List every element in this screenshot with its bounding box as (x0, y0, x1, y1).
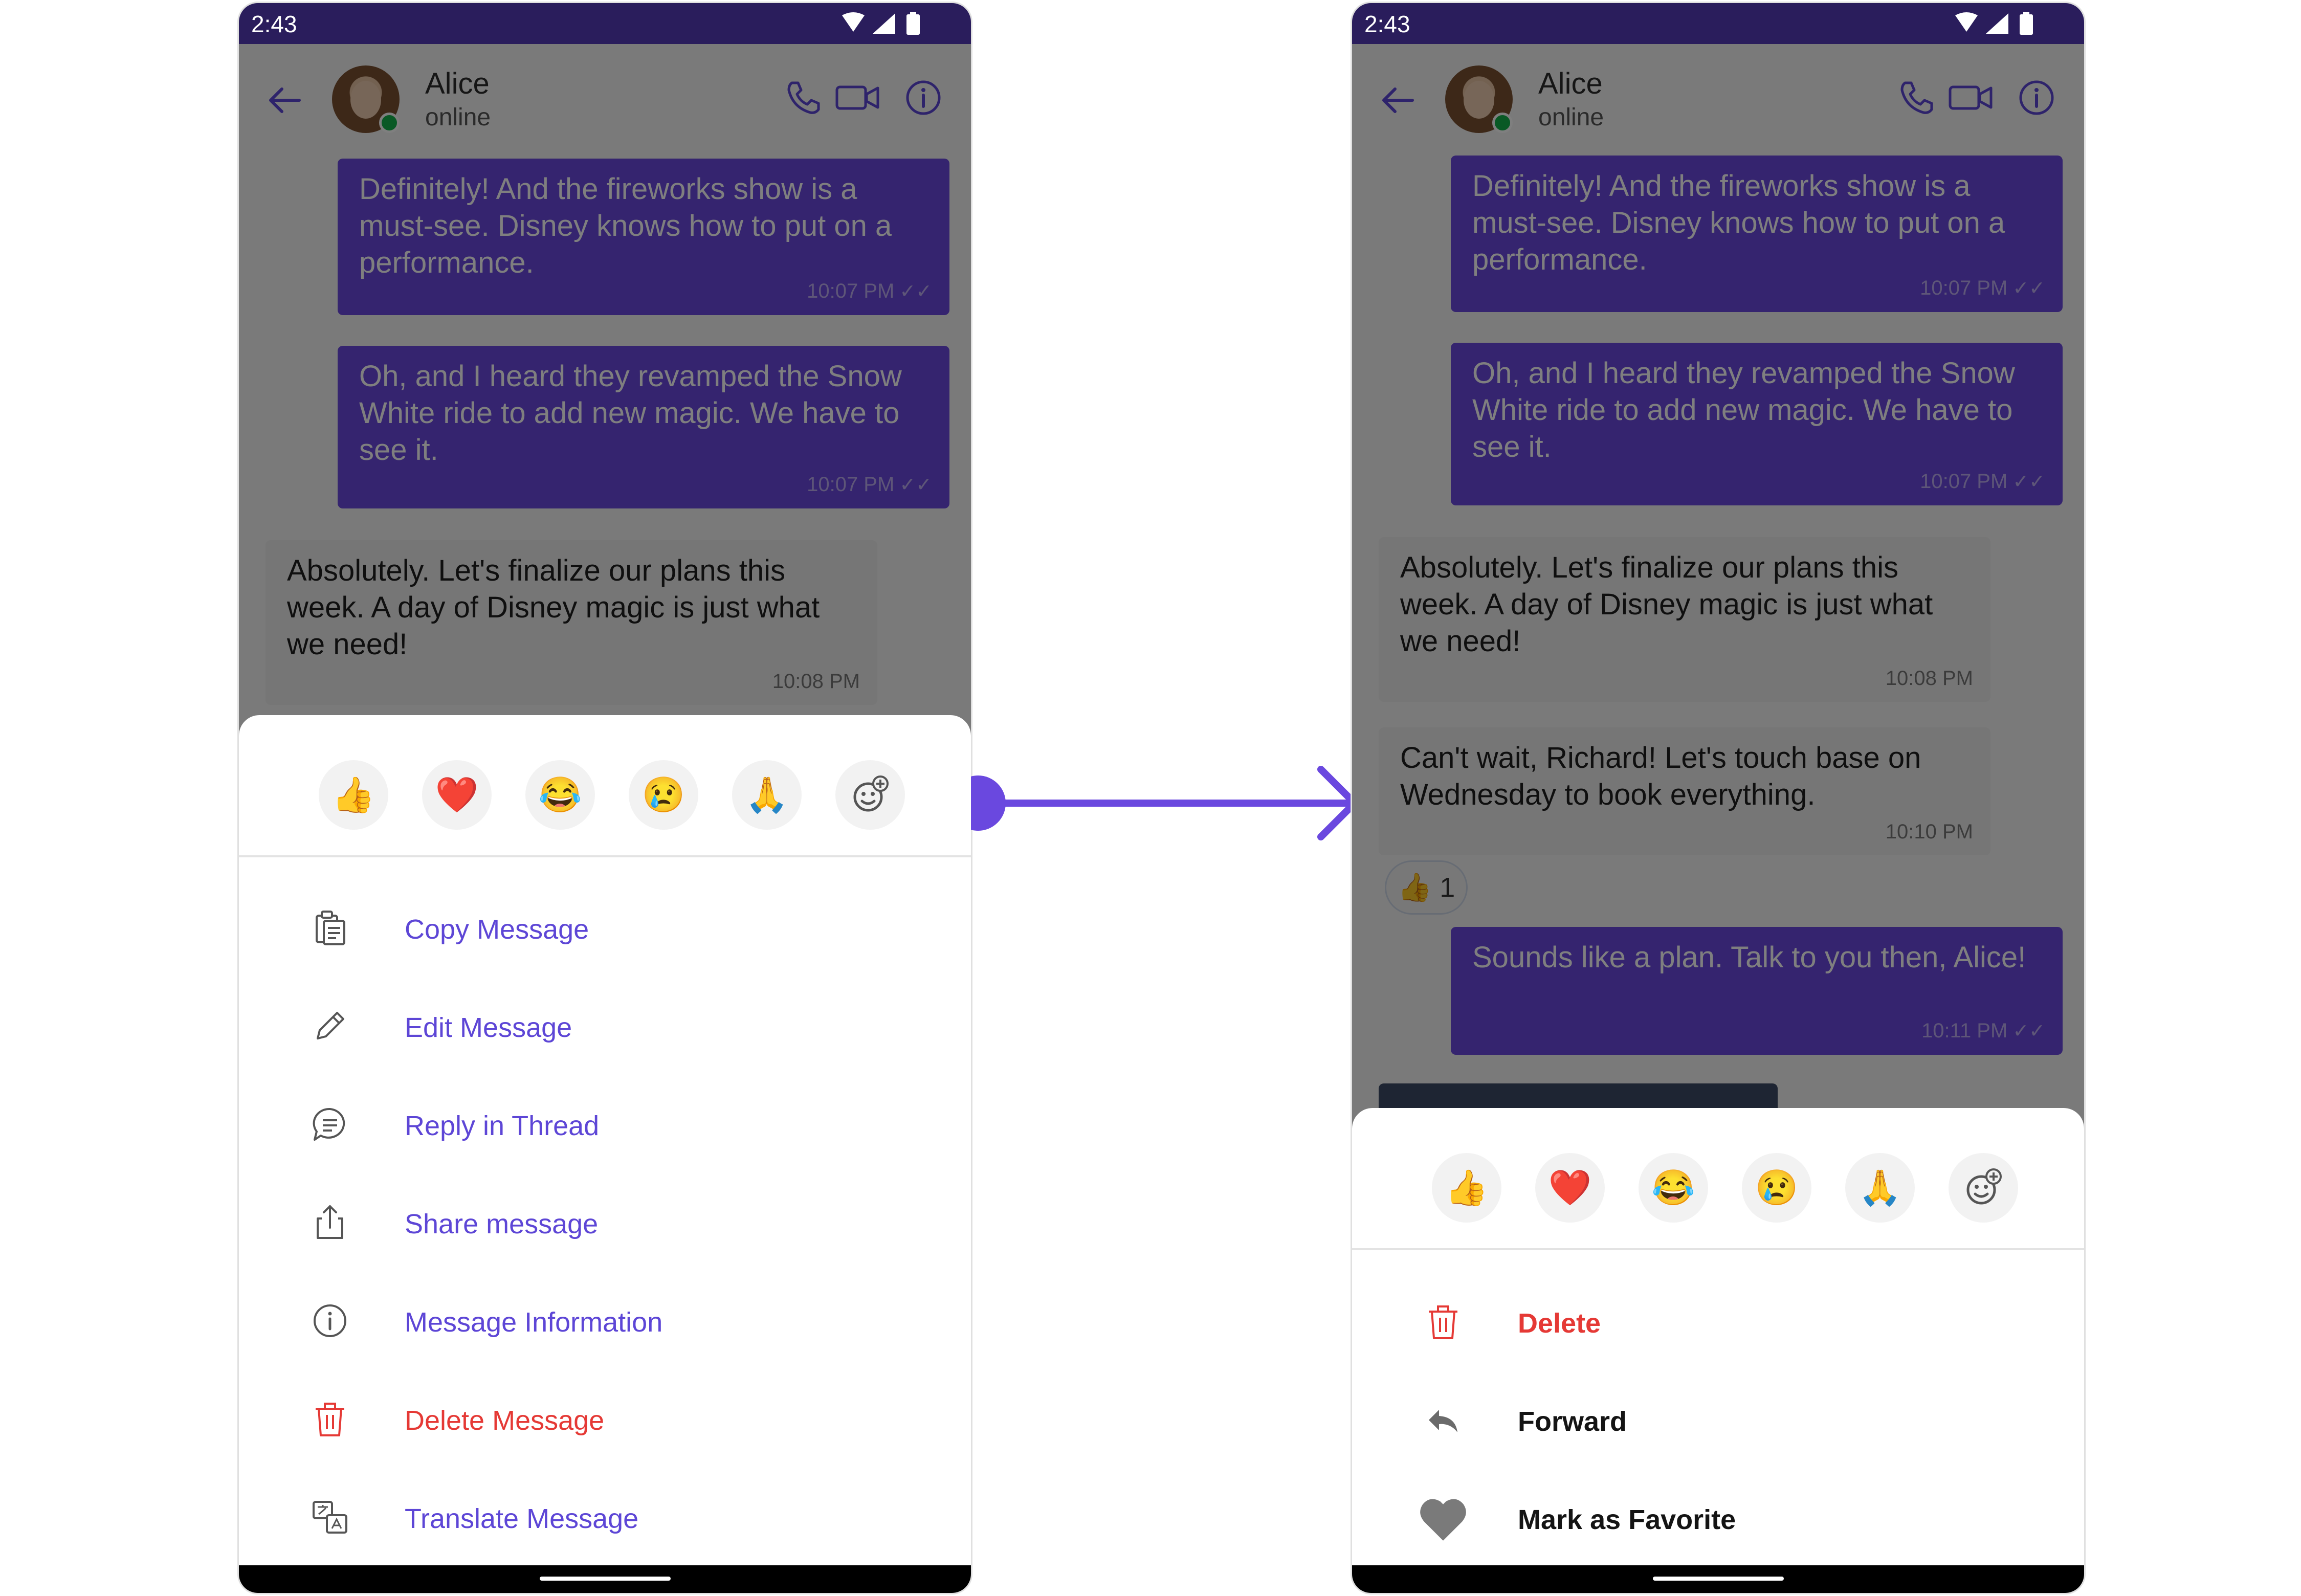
option-label: Delete Message (405, 1405, 605, 1436)
option-label: Delete (1518, 1308, 1601, 1339)
reaction-pray[interactable]: 🙏 (1845, 1153, 1915, 1223)
option-delete-message[interactable]: Delete Message (239, 1380, 971, 1457)
add-reaction-button[interactable] (835, 760, 905, 830)
right-phone-screen: 2:43 Alice online (1351, 2, 2086, 1594)
reaction-heart[interactable]: ❤️ (422, 760, 492, 830)
reaction-laughing[interactable]: 😂 (525, 760, 595, 830)
heart-icon (1420, 1499, 1466, 1541)
status-bar: 2:43 (1352, 3, 2084, 44)
option-message-information[interactable]: Message Information (239, 1282, 971, 1359)
pencil-icon (317, 1012, 344, 1039)
forward-icon (1429, 1410, 1457, 1432)
status-time: 2:43 (1364, 11, 1410, 37)
reaction-heart[interactable]: ❤️ (1535, 1153, 1605, 1223)
option-label: Mark as Favorite (1518, 1504, 1736, 1535)
trash-icon (1429, 1305, 1457, 1339)
quick-reaction-bar: 👍 ❤️ 😂 😢 🙏 (239, 715, 971, 857)
left-phone-screen: 2:43 Alice online (237, 2, 972, 1594)
info-icon (314, 1304, 346, 1337)
message-options-sheet: 👍 ❤️ 😂 😢 🙏 (239, 715, 971, 1593)
system-status-icons (1955, 12, 2033, 35)
option-reply-in-thread[interactable]: Reply in Thread (239, 1085, 971, 1162)
option-translate-message[interactable]: Translate Message (239, 1478, 971, 1555)
option-label: Translate Message (405, 1503, 639, 1534)
copy-icon (316, 911, 345, 945)
add-reaction-button[interactable] (1949, 1153, 2018, 1223)
option-label: Forward (1518, 1406, 1627, 1437)
reaction-pray[interactable]: 🙏 (732, 760, 802, 830)
option-share-message[interactable]: Share message (239, 1184, 971, 1260)
reaction-laughing[interactable]: 😂 (1639, 1153, 1708, 1223)
option-mark-as-favorite[interactable]: Mark as Favorite (1352, 1479, 2084, 1556)
option-edit-message[interactable]: Edit Message (239, 987, 971, 1064)
reaction-thumbs-up[interactable]: 👍 (1432, 1153, 1501, 1223)
home-indicator[interactable] (1652, 1577, 1784, 1581)
option-label: Edit Message (405, 1012, 572, 1043)
message-options-sheet: 👍 ❤️ 😂 😢 🙏 (1352, 1108, 2084, 1593)
reaction-crying[interactable]: 😢 (1742, 1153, 1811, 1223)
navigation-bar (239, 1565, 971, 1593)
status-bar: 2:43 (239, 3, 971, 44)
translate-icon (313, 1501, 347, 1534)
option-delete[interactable]: Delete (1352, 1283, 2084, 1360)
add-reaction-icon (853, 775, 889, 812)
status-time: 2:43 (251, 11, 297, 37)
navigation-bar (1352, 1565, 2084, 1593)
chat-view: Alice online Definitely! And the firewor… (1352, 44, 2084, 1593)
share-icon (317, 1205, 343, 1239)
option-label: Share message (405, 1209, 599, 1239)
chat-view: Alice online Definitely! And the firewor… (239, 44, 971, 1593)
option-label: Message Information (405, 1307, 663, 1338)
reaction-thumbs-up[interactable]: 👍 (319, 760, 388, 830)
option-copy-message[interactable]: Copy Message (239, 889, 971, 966)
option-forward[interactable]: Forward (1352, 1381, 2084, 1458)
flow-arrow-icon (950, 766, 1358, 840)
thread-icon (313, 1107, 345, 1141)
trash-icon (316, 1403, 344, 1436)
system-status-icons (842, 12, 920, 35)
option-label: Reply in Thread (405, 1111, 600, 1141)
quick-reaction-bar: 👍 ❤️ 😂 😢 🙏 (1352, 1108, 2084, 1250)
add-reaction-icon (1966, 1168, 2002, 1205)
reaction-crying[interactable]: 😢 (629, 760, 698, 830)
home-indicator[interactable] (539, 1577, 671, 1581)
option-label: Copy Message (405, 914, 589, 945)
